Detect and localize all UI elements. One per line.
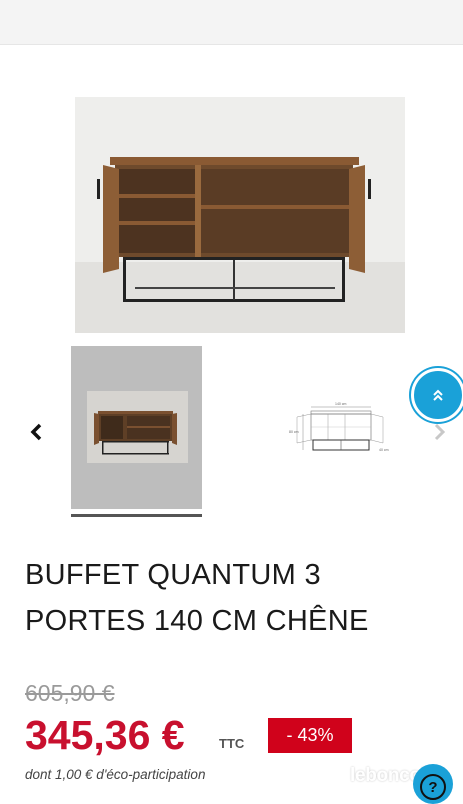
product-title-line-1: BUFFET QUANTUM 3	[25, 559, 321, 591]
thumbnail-selected-indicator	[71, 514, 202, 517]
thumbnail-1-selected[interactable]	[71, 346, 202, 509]
product-title: BUFFET QUANTUM 3 PORTES 140 CM CHÊNE	[25, 552, 445, 644]
thumbnail-1-image	[87, 391, 188, 463]
dimension-drawing: 140 cm 80 cm 40 cm	[289, 402, 389, 452]
sideboard-photo	[75, 97, 405, 333]
double-chevron-up-icon	[433, 389, 443, 401]
discount-badge: - 43%	[268, 718, 352, 753]
next-image-button[interactable]	[428, 420, 450, 444]
old-price: 605,90 €	[25, 680, 115, 706]
chevron-right-icon	[434, 423, 446, 441]
thumbnail-2-dimensions[interactable]: 140 cm 80 cm 40 cm	[283, 397, 393, 459]
top-bar	[0, 0, 463, 45]
dimension-width-label: 140 cm	[335, 402, 347, 406]
dimension-depth-label: 40 cm	[379, 448, 389, 452]
product-main-image[interactable]	[75, 97, 405, 333]
help-button[interactable]: ?	[413, 764, 453, 804]
eco-participation-note: dont 1,00 € d'éco-participation	[25, 767, 206, 782]
question-mark-icon: ?	[420, 774, 446, 800]
chevron-left-icon	[30, 423, 42, 441]
scroll-to-top-button[interactable]	[411, 368, 463, 422]
sideboard-thumbnail	[87, 391, 188, 463]
product-title-line-2: PORTES 140 CM CHÊNE	[25, 605, 369, 637]
price-tax-suffix: TTC	[219, 736, 245, 751]
dimension-height-label: 80 cm	[289, 430, 299, 434]
previous-image-button[interactable]	[26, 420, 48, 444]
current-price: 345,36 €	[25, 712, 185, 758]
